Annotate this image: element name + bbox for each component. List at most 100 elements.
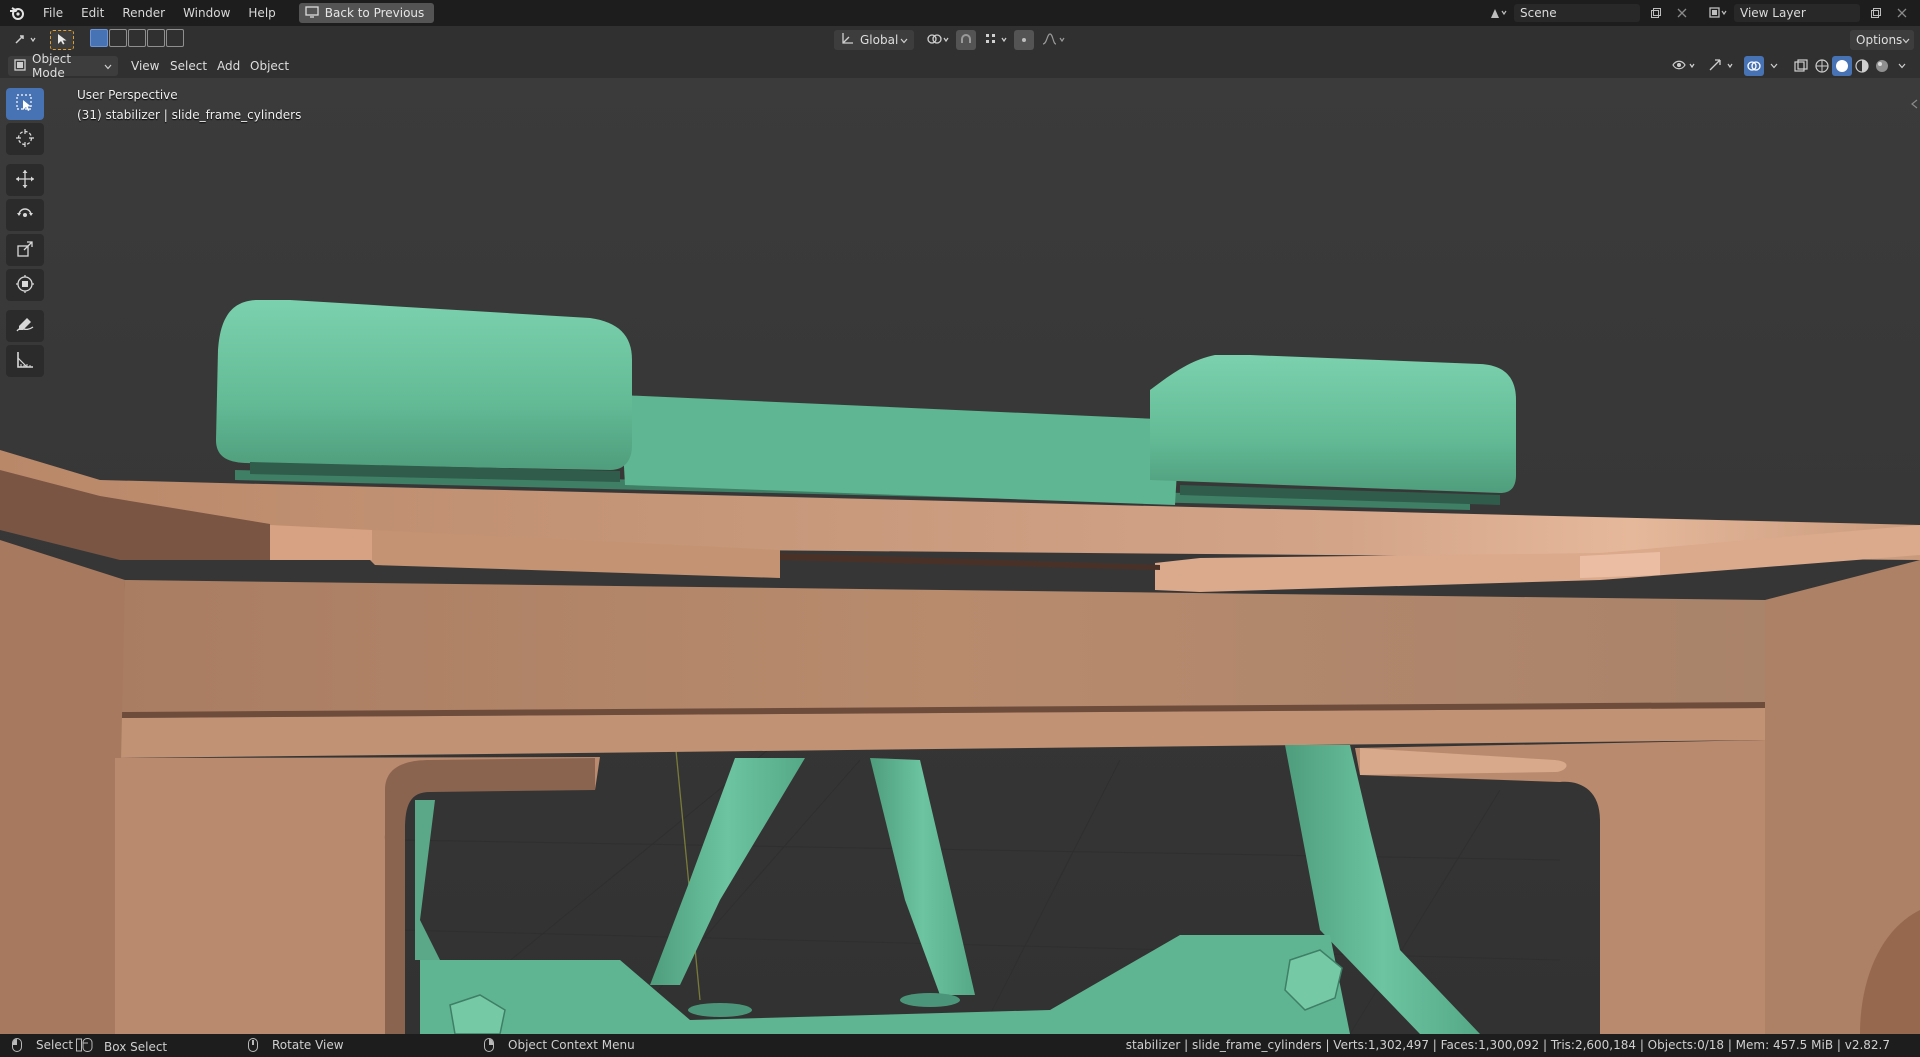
top-menu-bar: File Edit Render Window Help Back to Pre… <box>0 0 1920 26</box>
snap-toggle-icon[interactable] <box>956 30 976 50</box>
view-layer-selector-icon[interactable] <box>1708 3 1728 23</box>
rotate-tool[interactable] <box>6 199 44 231</box>
close-view-layer-icon[interactable] <box>1892 3 1912 23</box>
mode-dropdown[interactable]: Object Mode <box>8 52 118 80</box>
shading-rendered-icon[interactable] <box>1872 56 1892 76</box>
menu-object[interactable]: Object <box>250 54 289 78</box>
mode-subtract-icon[interactable] <box>128 29 146 47</box>
scene-name: Scene <box>1520 6 1557 20</box>
viewport-header: Object Mode View Select Add Object <box>0 52 1920 80</box>
status-rotate-hint: Rotate View <box>248 1038 344 1052</box>
right-pad <box>1150 355 1516 493</box>
menu-select[interactable]: Select <box>170 54 207 78</box>
gizmo-dropdown[interactable] <box>1702 56 1744 76</box>
chevron-down-icon <box>104 59 112 73</box>
measure-tool[interactable] <box>6 345 44 377</box>
scene-name-field[interactable]: Scene <box>1514 4 1640 22</box>
menu-help[interactable]: Help <box>239 0 284 26</box>
orientation-label: Global <box>860 33 899 47</box>
active-object-label: (31) stabilizer | slide_frame_cylinders <box>77 108 302 122</box>
annotate-tool[interactable] <box>6 310 44 342</box>
mode-intersect-icon[interactable] <box>166 29 184 47</box>
left-pad <box>216 300 632 470</box>
editor-type-button[interactable] <box>8 30 46 50</box>
perspective-label: User Perspective <box>77 88 178 102</box>
options-label: Options <box>1856 33 1903 47</box>
visibility-dropdown[interactable] <box>1666 56 1704 76</box>
mouse-drag-icon <box>76 1038 94 1055</box>
scene-selector-icon[interactable] <box>1488 3 1508 23</box>
frame-front-face <box>118 580 1765 715</box>
menu-window[interactable]: Window <box>174 0 239 26</box>
falloff-curve-icon <box>1042 32 1068 49</box>
pivot-icon <box>926 32 952 49</box>
snap-target-dropdown[interactable] <box>978 30 1016 50</box>
bolt-hole-left <box>688 1003 752 1017</box>
mode-set-new-icon[interactable] <box>90 29 108 47</box>
falloff-dropdown[interactable] <box>1036 30 1074 50</box>
shading-solid-icon[interactable] <box>1832 56 1852 76</box>
left-leg <box>0 540 125 1034</box>
transform-orientation-dropdown[interactable]: Global <box>834 30 914 50</box>
measure-icon <box>15 350 35 373</box>
menu-render[interactable]: Render <box>113 0 174 26</box>
left-rail-end <box>270 525 372 560</box>
object-mode-icon <box>14 58 26 74</box>
tool-settings-header: Global Options <box>0 26 1920 54</box>
overlays-toggle-icon[interactable] <box>1744 56 1764 76</box>
screen-icon <box>305 5 319 21</box>
menu-edit[interactable]: Edit <box>72 0 113 26</box>
pivot-point-dropdown[interactable] <box>920 30 958 50</box>
bolt-hole-right <box>900 993 960 1007</box>
transform-icon <box>15 274 35 297</box>
right-rail-highlight <box>1580 552 1660 578</box>
scale-tool[interactable] <box>6 234 44 266</box>
back-to-previous-button[interactable]: Back to Previous <box>298 3 435 23</box>
status-select-label: Select <box>36 1038 74 1052</box>
gizmo-icon <box>1708 58 1738 75</box>
status-bar: Select Box Select Rotate View Object Con… <box>0 1034 1920 1057</box>
mode-label: Object Mode <box>32 52 72 80</box>
3d-viewport[interactable]: User Perspective (31) stabilizer | slide… <box>0 78 1920 1034</box>
chevron-down-icon <box>900 33 908 47</box>
scale-icon <box>15 239 35 262</box>
xray-toggle-icon[interactable] <box>1788 56 1814 76</box>
region-toggle-arrow-icon[interactable] <box>1910 98 1918 109</box>
snap-grid-icon <box>984 32 1010 49</box>
proportional-edit-icon[interactable] <box>1014 30 1034 50</box>
overlays-dropdown-icon[interactable] <box>1764 56 1784 76</box>
shading-material-icon[interactable] <box>1852 56 1872 76</box>
status-context-hint: Object Context Menu <box>484 1038 635 1052</box>
cursor-icon <box>15 128 35 151</box>
active-tool-button[interactable] <box>50 30 74 50</box>
view-layer-field[interactable]: View Layer <box>1734 4 1860 22</box>
select-box-icon <box>15 93 35 116</box>
menu-view[interactable]: View <box>131 54 159 78</box>
status-select-hint: Select <box>12 1038 73 1052</box>
shading-options-dropdown-icon[interactable] <box>1892 56 1912 76</box>
workspace-controls: Scene View Layer <box>1488 0 1920 26</box>
view-layer-name: View Layer <box>1740 6 1806 20</box>
close-scene-icon[interactable] <box>1672 3 1692 23</box>
scene-statistics: stabilizer | slide_frame_cylinders | Ver… <box>1125 1038 1890 1052</box>
mouse-left-icon <box>12 1038 22 1052</box>
shading-wireframe-icon[interactable] <box>1812 56 1832 76</box>
mode-extend-icon[interactable] <box>109 29 127 47</box>
new-scene-icon[interactable] <box>1646 3 1666 23</box>
menu-add[interactable]: Add <box>217 54 240 78</box>
status-box-select-hint: Box Select <box>76 1038 167 1055</box>
scene-render <box>0 78 1920 1034</box>
annotate-icon <box>15 315 35 338</box>
cursor-tool[interactable] <box>6 123 44 155</box>
mode-invert-icon[interactable] <box>147 29 165 47</box>
new-view-layer-icon[interactable] <box>1866 3 1886 23</box>
blender-logo-icon[interactable] <box>0 0 34 26</box>
back-to-previous-label: Back to Previous <box>324 6 425 20</box>
menu-file[interactable]: File <box>34 0 72 26</box>
cursor-arrow-icon <box>57 33 67 48</box>
editor-type-icon <box>14 32 40 49</box>
select-box-tool[interactable] <box>6 88 44 120</box>
transform-tool[interactable] <box>6 269 44 301</box>
move-tool[interactable] <box>6 164 44 196</box>
options-dropdown[interactable]: Options <box>1850 30 1914 50</box>
